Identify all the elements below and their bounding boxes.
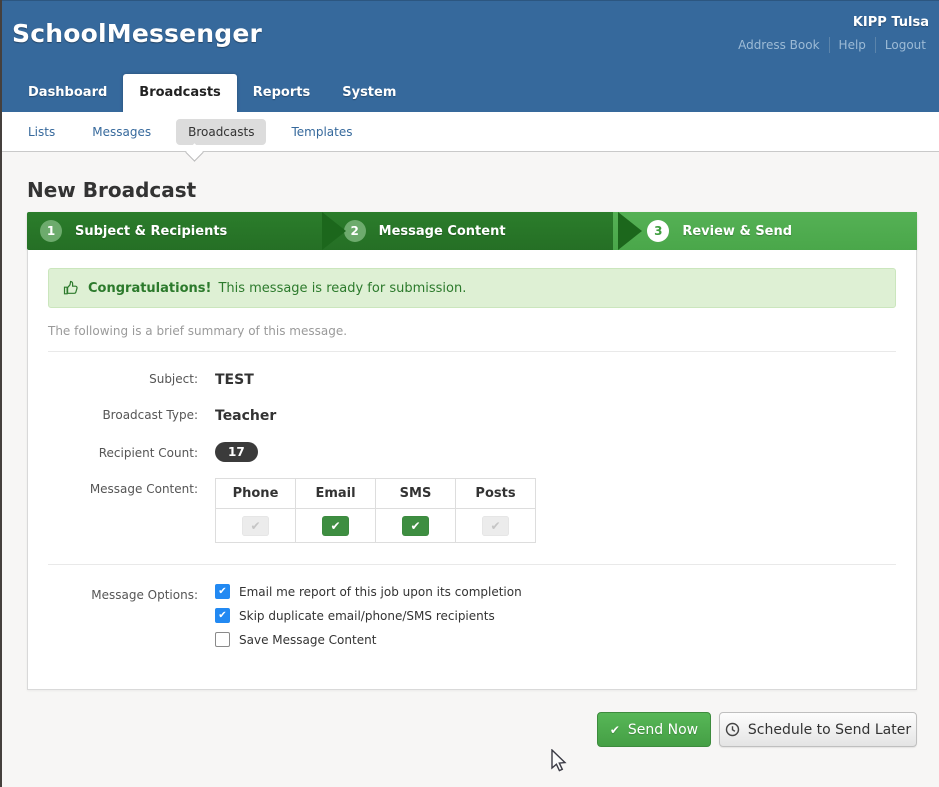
- step-label: Subject & Recipients: [75, 224, 227, 239]
- thumbs-up-icon: [63, 280, 79, 296]
- app-logo[interactable]: SchoolMessenger: [12, 19, 262, 48]
- divider: [48, 564, 896, 565]
- window-left-edge: [0, 0, 2, 787]
- summary-intro: The following is a brief summary of this…: [48, 324, 347, 338]
- step-number-badge: 2: [344, 220, 366, 242]
- clock-icon: [725, 722, 740, 737]
- message-content-table: Phone Email SMS Posts: [215, 478, 536, 543]
- sub-nav: Lists Messages Broadcasts Templates: [0, 112, 939, 152]
- wizard-step-1[interactable]: 1 Subject & Recipients: [27, 212, 310, 250]
- option-email-report[interactable]: Email me report of this job upon its com…: [215, 584, 522, 599]
- alert-title: Congratulations!: [88, 281, 211, 296]
- success-alert: Congratulations! This message is ready f…: [48, 268, 896, 308]
- subject-label: Subject:: [48, 372, 198, 386]
- app-header: SchoolMessenger KIPP Tulsa Address Book …: [0, 0, 939, 112]
- subject-value: TEST: [215, 372, 254, 388]
- review-panel: Congratulations! This message is ready f…: [27, 250, 917, 690]
- wizard-step-3[interactable]: 3 Review & Send: [613, 212, 917, 250]
- account-name: KIPP Tulsa: [853, 15, 929, 30]
- option-label: Save Message Content: [239, 633, 376, 647]
- table-cell-sms: [376, 509, 456, 543]
- logout-link[interactable]: Logout: [875, 37, 935, 53]
- subnav-templates[interactable]: Templates: [279, 119, 364, 145]
- message-options-label: Message Options:: [48, 588, 198, 602]
- page-title: New Broadcast: [27, 178, 196, 202]
- table-cell-posts: [456, 509, 536, 543]
- column-header-posts: Posts: [456, 479, 536, 509]
- broadcast-type-value: Teacher: [215, 408, 276, 424]
- wizard-steps: 1 Subject & Recipients 2 Message Content…: [27, 212, 917, 250]
- recipient-count-label: Recipient Count:: [48, 446, 198, 460]
- step-label: Message Content: [379, 224, 506, 239]
- check-icon: ✔: [610, 723, 620, 737]
- option-label: Email me report of this job upon its com…: [239, 585, 522, 599]
- subnav-broadcasts[interactable]: Broadcasts: [176, 119, 266, 145]
- check-badge-sms: [402, 516, 429, 536]
- save-content-checkbox[interactable]: [215, 632, 230, 647]
- table-cell-email: [296, 509, 376, 543]
- table-cell-phone: [216, 509, 296, 543]
- check-badge-posts: [482, 516, 509, 536]
- help-link[interactable]: Help: [829, 37, 875, 53]
- option-skip-duplicates[interactable]: Skip duplicate email/phone/SMS recipient…: [215, 608, 495, 623]
- send-now-label: Send Now: [628, 722, 698, 738]
- option-label: Skip duplicate email/phone/SMS recipient…: [239, 609, 495, 623]
- option-save-content[interactable]: Save Message Content: [215, 632, 376, 647]
- step-number-badge: 3: [647, 220, 669, 242]
- header-links: Address Book Help Logout: [729, 37, 935, 53]
- skip-duplicates-checkbox[interactable]: [215, 608, 230, 623]
- recipient-count-badge: 17: [215, 442, 258, 462]
- main-nav-tabs: Dashboard Broadcasts Reports System: [12, 73, 412, 112]
- column-header-phone: Phone: [216, 479, 296, 509]
- divider: [48, 351, 896, 352]
- send-now-button[interactable]: ✔ Send Now: [597, 712, 711, 747]
- check-badge-phone: [242, 516, 269, 536]
- tab-dashboard[interactable]: Dashboard: [12, 74, 123, 112]
- schedule-send-later-button[interactable]: Schedule to Send Later: [719, 712, 917, 747]
- step-label: Review & Send: [682, 224, 792, 239]
- subnav-lists[interactable]: Lists: [16, 119, 67, 145]
- mouse-cursor: [550, 749, 570, 775]
- schedule-label: Schedule to Send Later: [748, 722, 911, 738]
- check-badge-email: [322, 516, 349, 536]
- tab-broadcasts[interactable]: Broadcasts: [123, 74, 237, 112]
- tab-system[interactable]: System: [326, 74, 412, 112]
- address-book-link[interactable]: Address Book: [729, 37, 828, 53]
- alert-message: This message is ready for submission.: [218, 281, 466, 296]
- tab-reports[interactable]: Reports: [237, 74, 326, 112]
- step-number-badge: 1: [40, 220, 62, 242]
- column-header-email: Email: [296, 479, 376, 509]
- broadcast-type-label: Broadcast Type:: [48, 408, 198, 422]
- column-header-sms: SMS: [376, 479, 456, 509]
- wizard-step-2[interactable]: 2 Message Content: [310, 212, 614, 250]
- subnav-messages[interactable]: Messages: [80, 119, 163, 145]
- message-content-label: Message Content:: [48, 482, 198, 496]
- email-report-checkbox[interactable]: [215, 584, 230, 599]
